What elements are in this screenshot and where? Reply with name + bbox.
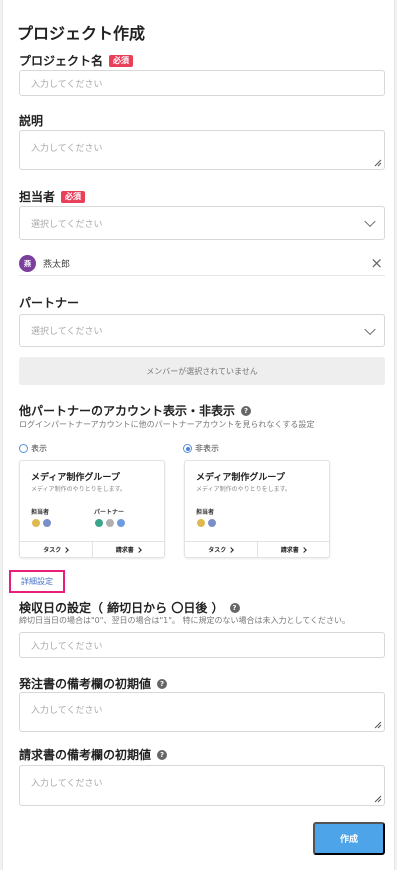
role-assignee-label: 担当者 xyxy=(31,509,50,516)
project-create-panel: プロジェクト作成 プロジェクト名 必須 入力してください 説明 入力してください … xyxy=(2,0,395,870)
visibility-description: ログインパートナーアカウントに他のパートナーアカウントを見られなくする設定 xyxy=(19,420,315,429)
group-title: メディア制作グループ xyxy=(196,473,285,483)
resize-handle-icon[interactable] xyxy=(374,795,382,803)
assignee-avatars xyxy=(31,518,52,528)
avatar: 燕 xyxy=(19,255,36,272)
partner-empty-state: メンバーが選択されていません xyxy=(19,357,385,385)
radio-icon xyxy=(19,444,28,453)
description-label: 説明 xyxy=(19,114,44,128)
group-title: メディア制作グループ xyxy=(31,473,120,483)
inspection-days-input[interactable]: 入力してください xyxy=(19,632,385,658)
help-icon[interactable]: ? xyxy=(157,749,168,760)
partner-select[interactable]: 選択してください xyxy=(19,314,385,347)
visibility-hide-card: メディア制作グループ メディア制作のやりとりをします。 担当者 タスク 請求書 xyxy=(184,460,330,558)
invoice-note-textarea[interactable]: 入力してください xyxy=(19,765,385,806)
help-icon[interactable]: ? xyxy=(157,678,168,689)
inspection-description: 締切日当日の場合は"0"、翌日の場合は"1"。 特に規定のない場合は未入力として… xyxy=(19,616,350,625)
inspection-label: 検収日の設定（ 締切日から 〇日後 ）? xyxy=(19,599,240,616)
card-invoice-button: 請求書 xyxy=(91,542,165,557)
resize-handle-icon[interactable] xyxy=(374,721,382,729)
project-name-input[interactable]: 入力してください xyxy=(19,70,385,96)
assignee-select[interactable]: 選択してください xyxy=(19,206,385,240)
assignee-label: 担当者 必須 xyxy=(19,188,86,205)
assignee-name: 燕太郎 xyxy=(43,260,71,270)
description-textarea[interactable]: 入力してください xyxy=(19,130,385,170)
required-badge: 必須 xyxy=(109,54,134,67)
selected-assignee: 燕 燕太郎 × xyxy=(19,252,385,276)
visibility-show-radio[interactable]: 表示 xyxy=(19,443,47,454)
chevron-down-icon xyxy=(364,323,376,335)
group-description: メディア制作のやりとりをします。 xyxy=(31,486,126,493)
role-assignee-label: 担当者 xyxy=(196,509,215,516)
po-note-label: 発注書の備考欄の初期値? xyxy=(19,675,168,692)
create-button[interactable]: 作成 xyxy=(313,822,385,855)
visibility-hide-radio[interactable]: 非表示 xyxy=(183,443,219,454)
radio-icon xyxy=(183,444,192,453)
close-icon[interactable]: × xyxy=(370,254,383,272)
card-task-button: タスク xyxy=(185,542,257,557)
assignee-avatars xyxy=(196,518,217,528)
chevron-down-icon xyxy=(364,215,376,228)
resize-handle-icon[interactable] xyxy=(374,159,382,167)
role-partner-label: パートナー xyxy=(94,509,125,516)
visibility-label: 他パートナーのアカウント表示・非表示? xyxy=(19,402,252,419)
group-description: メディア制作のやりとりをします。 xyxy=(196,486,291,493)
partner-avatars xyxy=(94,518,126,528)
project-name-label: プロジェクト名 必須 xyxy=(19,52,134,69)
po-note-textarea[interactable]: 入力してください xyxy=(19,692,385,732)
page-title: プロジェクト作成 xyxy=(17,24,146,43)
help-icon[interactable]: ? xyxy=(241,405,252,416)
invoice-note-label: 請求書の備考欄の初期値? xyxy=(19,746,168,763)
required-badge: 必須 xyxy=(61,190,86,203)
partner-label: パートナー xyxy=(19,296,80,310)
detail-settings-link[interactable]: 詳細設定 xyxy=(9,570,65,593)
visibility-show-card: メディア制作グループ メディア制作のやりとりをします。 担当者 パートナー タス… xyxy=(19,460,165,558)
card-invoice-button: 請求書 xyxy=(256,542,330,557)
card-task-button: タスク xyxy=(20,542,92,557)
help-icon[interactable]: ? xyxy=(229,602,240,613)
